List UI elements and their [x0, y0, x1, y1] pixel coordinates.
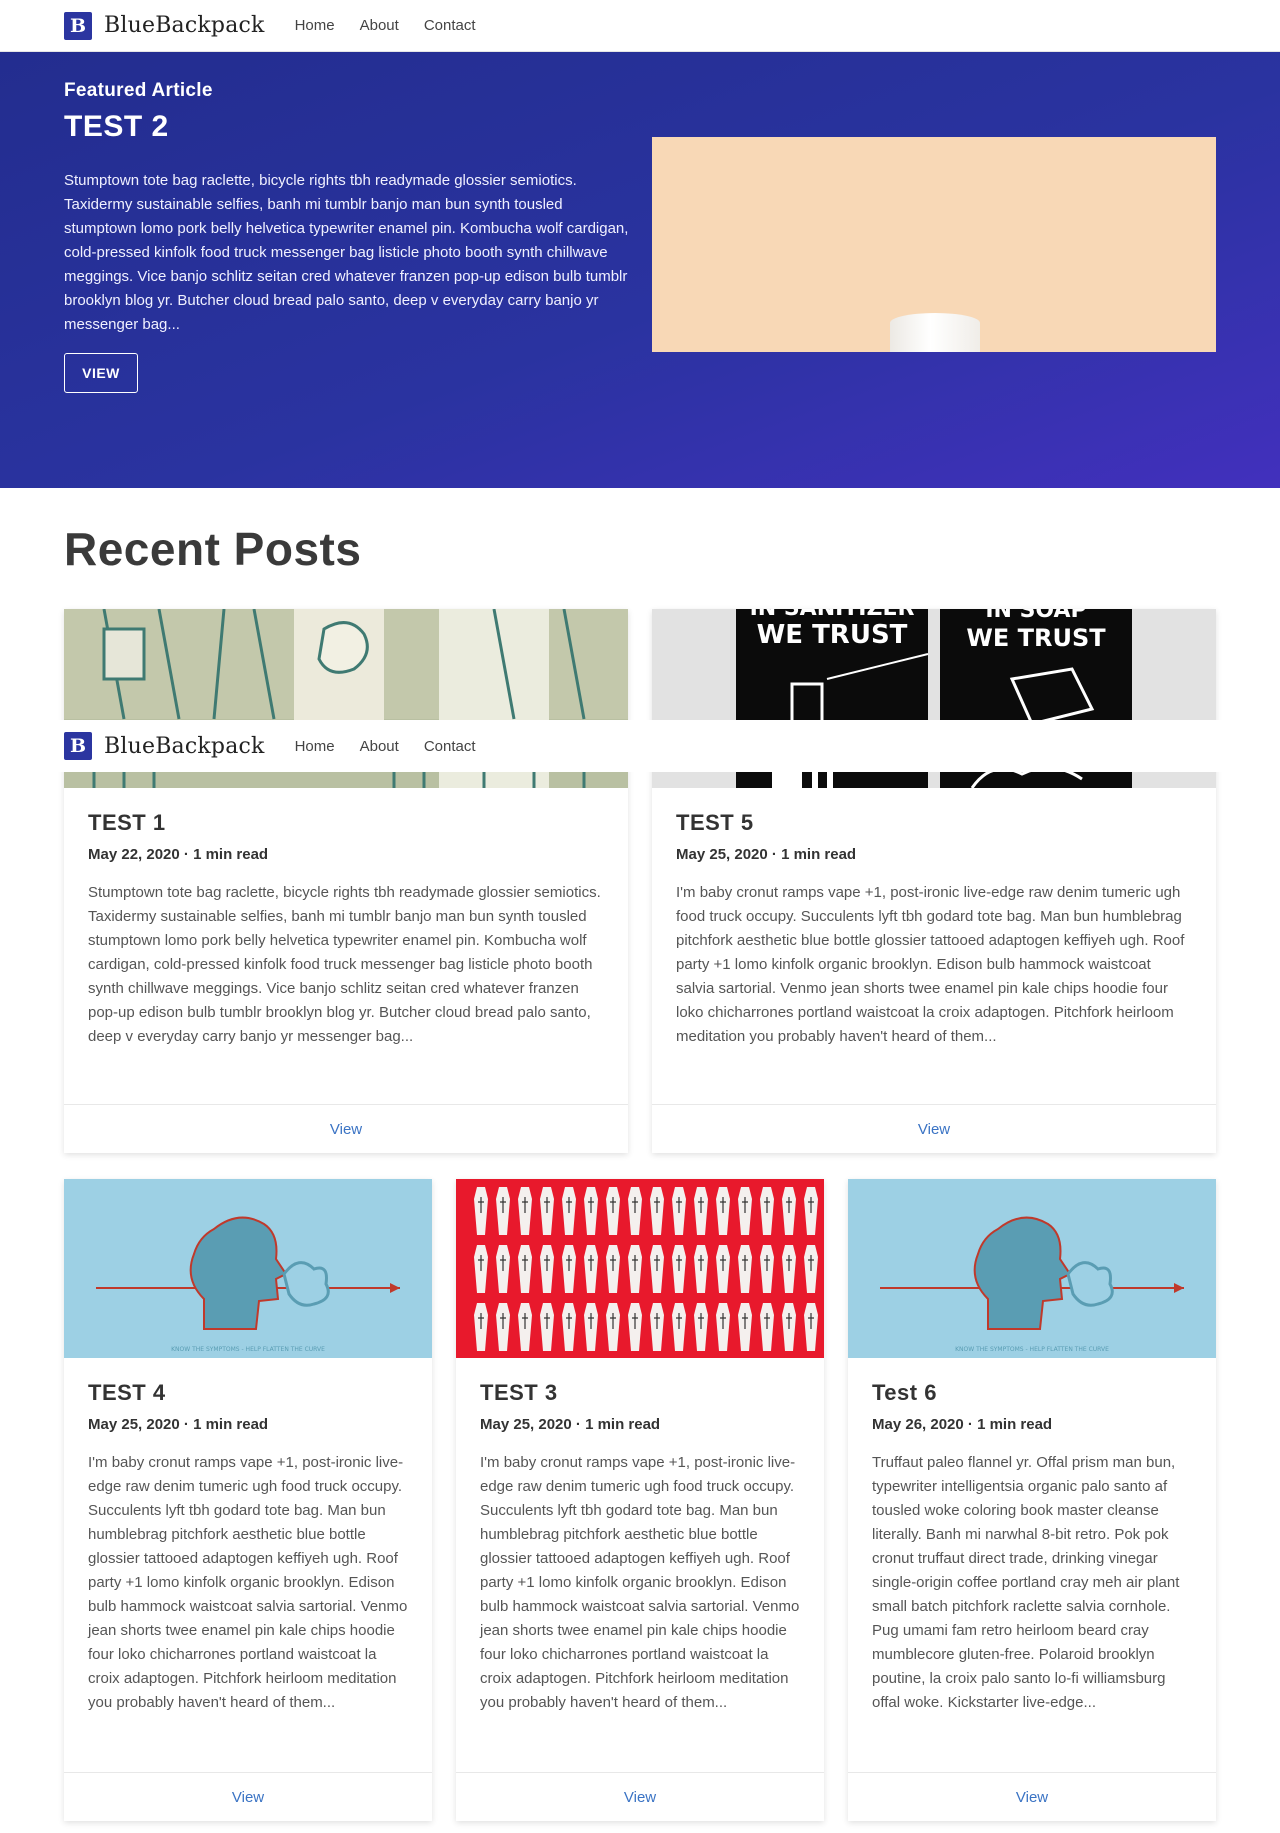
logo-letter: B	[69, 14, 87, 37]
post-excerpt: I'm baby cronut ramps vape +1, post-iron…	[88, 1454, 408, 1711]
logo-icon[interactable]: B	[64, 11, 92, 40]
post-meta: May 25, 2020 · 1 min read	[88, 1416, 269, 1433]
nav-link-about[interactable]: About	[360, 738, 399, 755]
nav-link-home[interactable]: Home	[295, 17, 335, 34]
post-card-footer: View	[64, 1104, 628, 1153]
post-image-symptoms[interactable]: KNOW THE SYMPTOMS - HELP FLATTEN THE CUR…	[64, 1179, 432, 1358]
brand-name[interactable]: BlueBackpack	[104, 734, 265, 759]
post-meta: May 25, 2020 · 1 min read	[480, 1416, 661, 1433]
hero-excerpt: Stumptown tote bag raclette, bicycle rig…	[64, 172, 629, 333]
hero-title[interactable]: TEST 2	[64, 110, 169, 144]
post-view-link[interactable]: View	[1016, 1789, 1048, 1806]
nav-link-contact[interactable]: Contact	[424, 17, 476, 34]
post-view-link[interactable]: View	[624, 1789, 656, 1806]
post-image-symptoms[interactable]: KNOW THE SYMPTOMS - HELP FLATTEN THE CUR…	[848, 1179, 1216, 1358]
soap-line2: WE TRUST	[966, 624, 1106, 652]
nav-link-contact[interactable]: Contact	[424, 738, 476, 755]
post-view-link[interactable]: View	[232, 1789, 264, 1806]
post-title[interactable]: TEST 5	[676, 810, 1192, 836]
post-excerpt: I'm baby cronut ramps vape +1, post-iron…	[480, 1454, 800, 1711]
nav-link-home[interactable]: Home	[295, 738, 335, 755]
post-card-footer: View	[64, 1772, 432, 1821]
symptoms-illustration: KNOW THE SYMPTOMS - HELP FLATTEN THE CUR…	[64, 1179, 432, 1358]
soap-line1: IN SOAP	[985, 609, 1086, 623]
post-meta: May 25, 2020 · 1 min read	[676, 846, 857, 863]
featured-hero: Featured Article TEST 2 Stumptown tote b…	[0, 52, 1280, 488]
post-meta: May 22, 2020 · 1 min read	[88, 846, 269, 863]
logo-icon[interactable]: B	[64, 732, 92, 760]
post-card: KNOW THE SYMPTOMS - HELP FLATTEN THE CUR…	[64, 1179, 432, 1821]
hero-kicker: Featured Article	[64, 80, 213, 101]
post-title[interactable]: Test 6	[872, 1380, 1192, 1406]
post-meta: May 26, 2020 · 1 min read	[872, 1416, 1053, 1433]
hero-image[interactable]	[652, 137, 1216, 352]
coffins-illustration	[456, 1179, 824, 1358]
sanitizer-line2: WE TRUST	[757, 620, 908, 650]
post-view-link[interactable]: View	[918, 1121, 950, 1138]
sticky-navbar: B BlueBackpack Home About Contact	[0, 720, 1280, 772]
symptoms-illustration: KNOW THE SYMPTOMS - HELP FLATTEN THE CUR…	[848, 1179, 1216, 1358]
hero-view-button[interactable]: VIEW	[64, 353, 138, 393]
cup-illustration	[890, 313, 980, 352]
post-image-coffins[interactable]	[456, 1179, 824, 1358]
nav-links: Home About Contact	[295, 17, 501, 34]
post-card-footer: View	[848, 1772, 1216, 1821]
recent-posts-heading: Recent Posts	[64, 523, 362, 575]
post-card: IN SANITIZER WE TRUST IN SOAP WE TRUST T…	[652, 609, 1216, 1153]
post-view-link[interactable]: View	[330, 1121, 362, 1138]
symptoms-caption: KNOW THE SYMPTOMS - HELP FLATTEN THE CUR…	[171, 1346, 325, 1353]
post-card-footer: View	[652, 1104, 1216, 1153]
logo-letter: B	[69, 735, 87, 757]
post-excerpt: Stumptown tote bag raclette, bicycle rig…	[88, 884, 601, 1045]
brand-name[interactable]: BlueBackpack	[104, 13, 265, 38]
post-excerpt: Truffaut paleo flannel yr. Offal prism m…	[872, 1454, 1180, 1711]
top-navbar: B BlueBackpack Home About Contact	[0, 0, 1280, 52]
post-title[interactable]: TEST 1	[88, 810, 604, 836]
post-card: TEST 3 May 25, 2020 · 1 min read I'm bab…	[456, 1179, 824, 1821]
post-excerpt: I'm baby cronut ramps vape +1, post-iron…	[676, 884, 1185, 1045]
symptoms-caption: KNOW THE SYMPTOMS - HELP FLATTEN THE CUR…	[955, 1346, 1109, 1353]
nav-links: Home About Contact	[295, 738, 501, 755]
post-card: TEST 1 May 22, 2020 · 1 min read Stumpto…	[64, 609, 628, 1153]
nav-link-about[interactable]: About	[360, 17, 399, 34]
post-title[interactable]: TEST 3	[480, 1380, 800, 1406]
post-title[interactable]: TEST 4	[88, 1380, 408, 1406]
post-card: KNOW THE SYMPTOMS - HELP FLATTEN THE CUR…	[848, 1179, 1216, 1821]
post-card-footer: View	[456, 1772, 824, 1821]
